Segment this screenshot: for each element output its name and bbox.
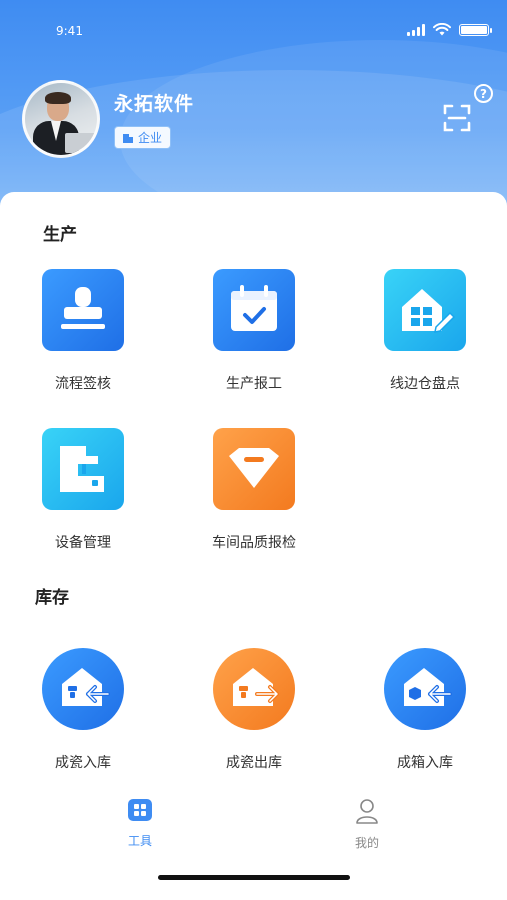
- tile-label: 成瓷入库: [55, 755, 111, 771]
- profile-info: 永拓软件 企业: [114, 89, 194, 149]
- grid-icon: [128, 799, 152, 821]
- signal-icon: [407, 23, 425, 36]
- tab-label: 工具: [127, 834, 152, 848]
- status-icons: [407, 23, 492, 36]
- tile-workshop-quality-inspection[interactable]: 车间品质报检: [174, 428, 334, 552]
- warehouse-edit-icon: [384, 269, 466, 351]
- tile-label: 车间品质报检: [212, 535, 296, 551]
- user-icon: [356, 799, 378, 824]
- home-indicator: [158, 875, 350, 880]
- tab-mine[interactable]: 我的: [327, 798, 407, 851]
- avatar[interactable]: [22, 80, 100, 158]
- tile-label: 成瓷出库: [226, 755, 282, 771]
- tile-box-stock-in[interactable]: 成箱入库: [345, 648, 505, 772]
- section-title-production: 生产: [43, 225, 77, 245]
- scan-icon[interactable]: [443, 104, 471, 132]
- stock-in-icon: [42, 648, 124, 730]
- tile-label: 流程签核: [55, 376, 111, 392]
- stamp-icon: [42, 269, 124, 351]
- machine-icon: [42, 428, 124, 510]
- calendar-check-icon: [213, 269, 295, 351]
- company-name: 永拓软件: [114, 93, 195, 115]
- stock-out-icon: [213, 648, 295, 730]
- enterprise-badge: 企业: [114, 126, 172, 149]
- building-icon: [123, 132, 133, 143]
- wifi-icon: [433, 23, 451, 36]
- badge-label: 企业: [138, 131, 163, 145]
- status-time: 9:41: [56, 24, 83, 38]
- box-in-icon: [384, 648, 466, 730]
- tile-label: 线边仓盘点: [390, 376, 460, 392]
- tile-process-signoff[interactable]: 流程签核: [3, 269, 163, 393]
- diamond-icon: [213, 428, 295, 510]
- tab-label: 我的: [354, 836, 379, 850]
- profile-header: 永拓软件 企业: [22, 80, 194, 158]
- tile-porcelain-stock-in[interactable]: 成瓷入库: [3, 648, 163, 772]
- tile-label: 设备管理: [55, 535, 111, 551]
- tab-tools[interactable]: 工具: [100, 798, 180, 849]
- tile-production-report[interactable]: 生产报工: [174, 269, 334, 393]
- tile-line-warehouse-count[interactable]: 线边仓盘点: [345, 269, 505, 393]
- section-title-inventory: 库存: [35, 588, 69, 608]
- tile-label: 成箱入库: [397, 755, 453, 771]
- help-icon[interactable]: ?: [474, 84, 493, 103]
- tile-equipment-management[interactable]: 设备管理: [3, 428, 163, 552]
- tile-porcelain-stock-out[interactable]: 成瓷出库: [174, 648, 334, 772]
- tab-bar: 工具 我的: [0, 790, 507, 900]
- tile-label: 生产报工: [226, 376, 282, 392]
- battery-icon: [459, 23, 492, 36]
- status-bar: 9:41: [0, 0, 507, 60]
